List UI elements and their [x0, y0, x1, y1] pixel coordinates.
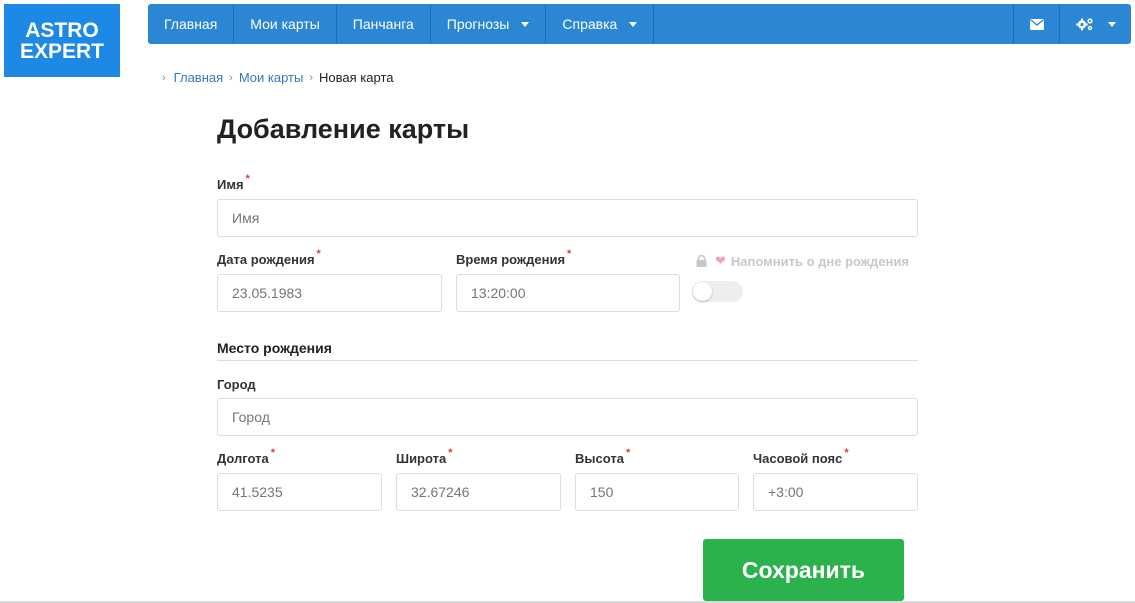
- nav-item-label: Мои карты: [250, 16, 320, 32]
- settings-button[interactable]: [1059, 4, 1131, 44]
- nav-item-home[interactable]: Главная: [148, 4, 235, 44]
- reminder-toggle[interactable]: [692, 281, 743, 302]
- breadcrumb: › Главная › Мои карты › Новая карта: [162, 70, 393, 85]
- mail-button[interactable]: [1013, 4, 1059, 44]
- latitude-input[interactable]: [396, 473, 561, 511]
- altitude-label-text: Высота: [575, 451, 624, 466]
- nav-item-label: Прогнозы: [446, 16, 510, 32]
- envelope-icon: [1029, 18, 1044, 30]
- latitude-label-text: Широта: [396, 451, 447, 466]
- city-input[interactable]: [217, 398, 918, 436]
- required-mark: *: [625, 447, 631, 459]
- breadcrumb-current: Новая карта: [319, 70, 394, 85]
- chevron-right-icon: ›: [309, 71, 314, 84]
- latitude-label: Широта *: [396, 447, 453, 466]
- required-mark: *: [245, 173, 250, 185]
- birth-date-input[interactable]: [217, 274, 442, 312]
- longitude-label: Долгота *: [217, 447, 275, 466]
- required-mark: *: [448, 447, 453, 459]
- birth-date-label: Дата рождения *: [217, 248, 321, 267]
- logo[interactable]: ASTRO EXPERT: [4, 4, 120, 77]
- nav-item-label: Справка: [562, 16, 618, 32]
- name-label-text: Имя: [217, 177, 244, 192]
- top-nav: Главная Мои карты Панчанга Прогнозы Спра…: [148, 4, 1131, 44]
- timezone-input[interactable]: [753, 473, 918, 511]
- altitude-label: Высота *: [575, 447, 630, 466]
- logo-line-2: EXPERT: [19, 39, 105, 63]
- longitude-input[interactable]: [217, 473, 382, 511]
- timezone-label: Часовой пояс *: [753, 447, 849, 466]
- chevron-right-icon: ›: [162, 71, 166, 84]
- chevron-down-icon: [629, 21, 638, 27]
- nav-item-help[interactable]: Справка: [546, 4, 655, 44]
- nav-item-forecasts[interactable]: Прогнозы: [431, 4, 547, 44]
- reminder-label: Напомнить о дне рождения: [730, 253, 909, 269]
- required-mark: *: [316, 248, 321, 260]
- page-title: Добавление карты: [217, 114, 470, 144]
- nav-item-panchanga[interactable]: Панчанга: [337, 4, 431, 44]
- required-mark: *: [270, 447, 276, 459]
- chevron-right-icon: ›: [229, 71, 233, 84]
- logo-line-1: ASTRO: [25, 18, 99, 42]
- lock-icon: [696, 255, 707, 267]
- birthday-reminder: ❤ Напомнить о дне рождения: [696, 253, 909, 269]
- divider: [217, 360, 918, 361]
- toggle-knob: [693, 282, 712, 301]
- birth-time-input[interactable]: [456, 274, 680, 312]
- save-button[interactable]: Сохранить: [703, 539, 904, 601]
- name-label: Имя *: [217, 173, 250, 192]
- birth-place-section-title: Место рождения: [217, 340, 332, 356]
- chevron-down-icon: [1107, 21, 1116, 27]
- nav-item-my-charts[interactable]: Мои карты: [234, 4, 337, 44]
- chevron-down-icon: [521, 21, 530, 27]
- birth-time-label-text: Время рождения: [456, 252, 566, 267]
- longitude-label-text: Долгота: [217, 451, 269, 466]
- required-mark: *: [844, 447, 849, 459]
- breadcrumb-link-my-charts[interactable]: Мои карты: [239, 70, 304, 85]
- birth-time-label: Время рождения *: [456, 248, 571, 267]
- altitude-input[interactable]: [575, 473, 739, 511]
- required-mark: *: [567, 248, 572, 260]
- birth-date-label-text: Дата рождения: [217, 252, 315, 267]
- nav-item-label: Панчанга: [352, 16, 414, 32]
- breadcrumb-link-home[interactable]: Главная: [174, 70, 223, 85]
- timezone-label-text: Часовой пояс: [753, 451, 843, 466]
- gears-icon: [1075, 18, 1093, 31]
- nav-item-label: Главная: [164, 16, 218, 32]
- city-label: Город: [217, 377, 256, 392]
- heart-icon: ❤: [715, 253, 726, 268]
- name-input[interactable]: [217, 199, 918, 237]
- city-label-text: Город: [217, 377, 256, 392]
